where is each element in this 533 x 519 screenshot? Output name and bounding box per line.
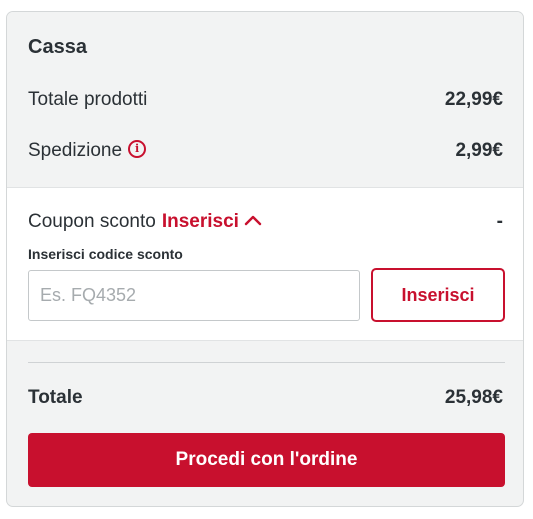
page-title: Cassa bbox=[28, 36, 87, 58]
coupon-label: Coupon sconto bbox=[28, 211, 156, 232]
apply-coupon-button[interactable]: Inserisci bbox=[371, 268, 505, 322]
coupon-value: - bbox=[496, 211, 503, 232]
products-total-value: 22,99€ bbox=[444, 89, 503, 110]
proceed-order-button[interactable]: Procedi con l'ordine bbox=[28, 433, 505, 487]
coupon-code-label: Inserisci codice sconto bbox=[28, 246, 183, 262]
coupon-toggle-link[interactable]: Inserisci bbox=[162, 211, 263, 232]
shipping-label: Spedizione bbox=[28, 140, 123, 161]
summary-section: Cassa Totale prodotti 22,99€ Spedizione i… bbox=[7, 12, 523, 187]
shipping-row: Spedizione i bbox=[28, 139, 147, 162]
coupon-row: Coupon sconto Inserisci bbox=[28, 211, 263, 233]
coupon-code-input[interactable] bbox=[28, 270, 360, 321]
coupon-section: Coupon sconto Inserisci - Inserisci codic… bbox=[7, 187, 523, 341]
products-total-label: Totale prodotti bbox=[28, 89, 148, 110]
coupon-link-label: Inserisci bbox=[161, 211, 239, 232]
chevron-up-icon bbox=[244, 215, 262, 226]
shipping-value: 2,99€ bbox=[455, 140, 503, 161]
divider bbox=[28, 362, 505, 363]
info-icon[interactable]: i bbox=[128, 139, 147, 158]
total-value: 25,98€ bbox=[444, 387, 503, 408]
total-label: Totale bbox=[28, 387, 83, 408]
checkout-card: Cassa Totale prodotti 22,99€ Spedizione i… bbox=[6, 11, 524, 507]
